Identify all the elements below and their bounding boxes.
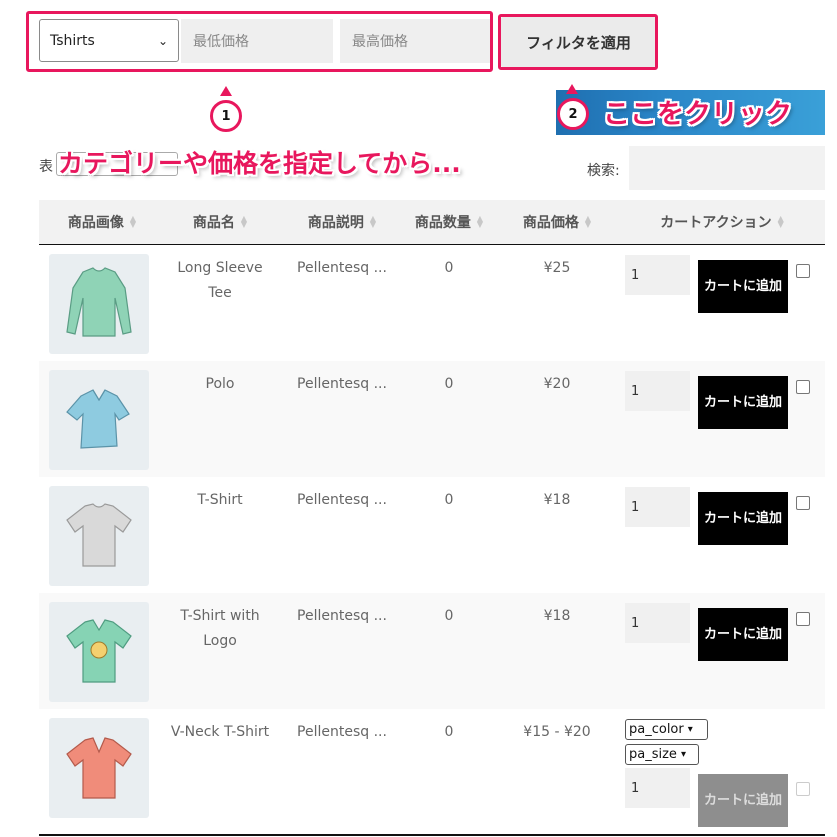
add-to-cart-button[interactable]: カートに追加 [698, 492, 788, 545]
table-row: T-Shirt Pellentesq ... 0 ¥18 1 カートに追加 [39, 477, 825, 593]
column-header-quantity[interactable]: 商品数量 ▲ ▼ [399, 200, 499, 244]
search-input[interactable] [629, 146, 825, 190]
product-description: Pellentesq ... [297, 260, 387, 276]
sort-icon: ▲ ▼ [777, 214, 784, 229]
quantity-input[interactable]: 1 [625, 255, 690, 295]
add-to-cart-button[interactable]: カートに追加 [698, 260, 788, 313]
product-name[interactable]: Long Sleeve Tee [165, 256, 275, 306]
quantity-input[interactable]: 1 [625, 371, 690, 411]
product-description: Pellentesq ... [297, 492, 387, 508]
product-price: ¥20 [543, 376, 571, 392]
tshirt-icon [66, 503, 132, 567]
product-description: Pellentesq ... [297, 376, 387, 392]
column-header-name[interactable]: 商品名 ▲ ▼ [165, 200, 275, 244]
table-row: V-Neck T-Shirt Pellentesq ... 0 ¥15 - ¥2… [39, 709, 825, 834]
tshirt-logo-icon [66, 619, 132, 683]
product-description: Pellentesq ... [297, 608, 387, 624]
column-header-image[interactable]: 商品画像 ▲ ▼ [39, 200, 165, 244]
sort-icon: ▲ ▼ [476, 214, 484, 229]
pointer-triangle-2 [566, 84, 578, 94]
product-price: ¥18 [543, 608, 571, 624]
sort-icon: ▲ ▼ [240, 214, 248, 229]
quantity-input[interactable]: 1 [625, 603, 690, 643]
table-bottom-border [39, 834, 825, 836]
select-checkbox[interactable] [796, 380, 810, 394]
product-quantity: 0 [444, 260, 454, 276]
show-entries-label: 表 [39, 159, 53, 175]
step-badge-1: 1 [210, 100, 242, 132]
product-quantity: 0 [444, 376, 454, 392]
chevron-down-icon: ▾ [687, 724, 693, 735]
select-checkbox[interactable] [796, 782, 810, 796]
chevron-down-icon: ▾ [680, 749, 686, 760]
product-quantity: 0 [444, 608, 454, 624]
vneck-tshirt-icon [66, 737, 132, 799]
pointer-triangle-1 [220, 86, 232, 96]
search-label: 検索: [587, 163, 620, 179]
select-checkbox[interactable] [796, 496, 810, 510]
select-checkbox[interactable] [796, 612, 810, 626]
table-header: 商品画像 ▲ ▼ 商品名 ▲ ▼ 商品説明 ▲ ▼ 商品数量 ▲ ▼ 商品価格 ▲ ▼ カートアクシ… [39, 200, 825, 245]
quantity-input[interactable]: 1 [625, 487, 690, 527]
highlight-box-apply [498, 14, 658, 70]
product-image[interactable] [49, 254, 149, 354]
product-image[interactable] [49, 486, 149, 586]
product-name[interactable]: V-Neck T-Shirt [165, 720, 275, 745]
table-row: Polo Pellentesq ... 0 ¥20 1 カートに追加 [39, 361, 825, 477]
add-to-cart-button[interactable]: カートに追加 [698, 774, 788, 827]
product-description: Pellentesq ... [297, 724, 387, 740]
product-name[interactable]: T-Shirt with Logo [165, 604, 275, 654]
sort-icon: ▲ ▼ [584, 214, 592, 229]
select-checkbox[interactable] [796, 264, 810, 278]
sort-icon: ▲ ▼ [369, 214, 377, 229]
size-select[interactable]: pa_size ▾ [625, 744, 699, 765]
column-header-cart-action[interactable]: カートアクション ▲ ▼ [619, 200, 825, 244]
product-image[interactable] [49, 718, 149, 818]
product-image[interactable] [49, 370, 149, 470]
long-sleeve-tee-icon [66, 267, 132, 337]
polo-icon [66, 389, 130, 449]
product-image[interactable] [49, 602, 149, 702]
column-header-description[interactable]: 商品説明 ▲ ▼ [287, 200, 397, 244]
callout-specify-filters: カテゴリーや価格を指定してから... [58, 149, 461, 178]
product-price: ¥18 [543, 492, 571, 508]
product-name[interactable]: T-Shirt [165, 488, 275, 513]
add-to-cart-button[interactable]: カートに追加 [698, 376, 788, 429]
color-select[interactable]: pa_color ▾ [625, 719, 708, 740]
table-row: Long Sleeve Tee Pellentesq ... 0 ¥25 1 カ… [39, 245, 825, 361]
product-name[interactable]: Polo [165, 372, 275, 397]
sort-icon: ▲ ▼ [129, 214, 137, 229]
product-price: ¥25 [543, 260, 571, 276]
table-row: T-Shirt with Logo Pellentesq ... 0 ¥18 1… [39, 593, 825, 709]
add-to-cart-button[interactable]: カートに追加 [698, 608, 788, 661]
product-quantity: 0 [444, 492, 454, 508]
product-quantity: 0 [444, 724, 454, 740]
quantity-input[interactable]: 1 [625, 768, 690, 808]
step-badge-2: 2 [557, 98, 589, 130]
column-header-price[interactable]: 商品価格 ▲ ▼ [507, 200, 607, 244]
highlight-box-filters [26, 11, 493, 72]
product-price: ¥15 - ¥20 [523, 724, 591, 740]
callout-click-here: ここをクリック [603, 99, 792, 130]
